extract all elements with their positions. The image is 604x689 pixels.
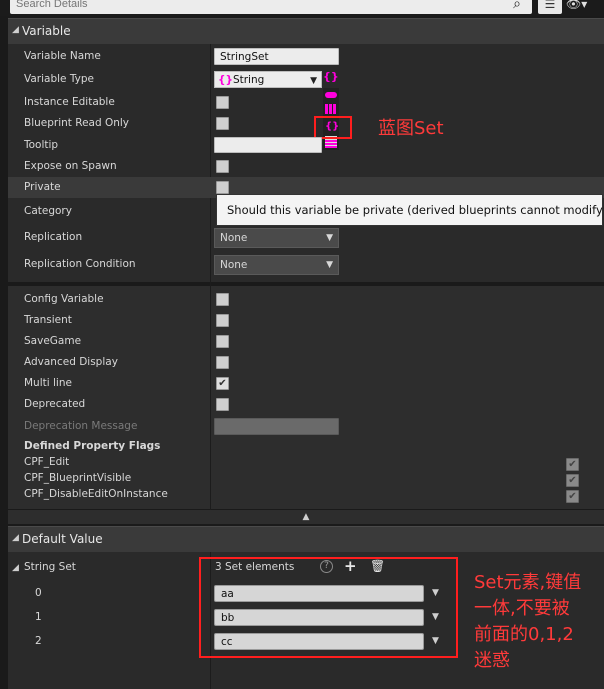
row-label: Instance Editable	[24, 96, 115, 108]
section-title: Default Value	[22, 532, 103, 546]
row-label: Blueprint Read Only	[24, 117, 130, 129]
row-label: Deprecation Message	[24, 420, 138, 432]
annotation-set-note: Set元素,键值 一体,不要被 前面的0,1,2 迷惑	[474, 570, 581, 674]
advanced-display-checkbox[interactable]	[216, 356, 229, 369]
list-view-icon[interactable]: ☰	[538, 0, 562, 14]
element-index: 1	[35, 611, 42, 623]
config-variable-checkbox[interactable]	[216, 293, 229, 306]
collapse-triangle-icon[interactable]: ◢	[12, 563, 19, 573]
element-index: 0	[35, 587, 42, 599]
row-label: Deprecated	[24, 398, 86, 410]
string-pin-icon: {}	[218, 74, 233, 86]
annotation-line: 一体,不要被	[474, 598, 570, 619]
row-instance-editable: Instance Editable	[8, 92, 604, 113]
savegame-checkbox[interactable]	[216, 335, 229, 348]
transient-checkbox[interactable]	[216, 314, 229, 327]
replication-condition-value: None	[220, 259, 248, 271]
row-label: Config Variable	[24, 293, 104, 305]
multi-line-checkbox[interactable]: ✔	[216, 377, 229, 390]
row-label: Private	[24, 181, 61, 193]
string-set-label: String Set	[24, 561, 76, 573]
row-label: Tooltip	[24, 139, 59, 151]
chevron-down-icon: ▼	[310, 76, 317, 86]
chevron-down-icon: ▼	[326, 260, 333, 270]
section-default-value-header[interactable]: ◢ Default Value	[8, 526, 604, 552]
row-blueprint-read-only: Blueprint Read Only	[8, 113, 604, 134]
replication-value: None	[220, 232, 248, 244]
instance-editable-checkbox[interactable]	[216, 96, 229, 109]
tooltip-field[interactable]	[214, 137, 322, 153]
row-label: Defined Property Flags	[24, 440, 161, 452]
variable-name-field[interactable]: StringSet	[214, 48, 339, 65]
row-label: Variable Name	[24, 50, 101, 62]
annotation-line: Set元素,键值	[474, 572, 582, 593]
row-transient: Transient	[8, 310, 604, 331]
row-cpf-blueprint-visible: CPF_BlueprintVisible	[8, 470, 604, 486]
row-label: Category	[24, 205, 72, 217]
row-label: CPF_BlueprintVisible	[24, 472, 132, 484]
annotation-line: 前面的0,1,2	[474, 624, 574, 645]
row-deprecated: Deprecated	[8, 394, 604, 415]
row-label: Expose on Spawn	[24, 160, 117, 172]
row-cpf-edit: CPF_Edit	[8, 454, 604, 470]
collapse-triangle-icon: ◢	[12, 25, 19, 35]
replication-condition-dropdown[interactable]: None ▼	[214, 255, 339, 275]
element-index: 2	[35, 635, 42, 647]
row-savegame: SaveGame	[8, 331, 604, 352]
row-label: Advanced Display	[24, 356, 118, 368]
search-input[interactable]	[10, 0, 532, 14]
collapse-advanced-icon[interactable]: ▲	[8, 510, 604, 524]
row-label: Replication Condition	[24, 258, 136, 270]
collapse-triangle-icon: ◢	[12, 533, 19, 543]
row-label: Transient	[24, 314, 72, 326]
row-config-variable: Config Variable	[8, 289, 604, 310]
row-multi-line: Multi line	[8, 373, 604, 394]
annotation-line: 迷惑	[474, 650, 510, 671]
container-type-icon[interactable]: {}	[323, 70, 339, 83]
section-variable-header[interactable]: ◢ Variable	[8, 18, 604, 44]
row-label: CPF_DisableEditOnInstance	[24, 488, 168, 500]
blueprint-read-only-checkbox[interactable]	[216, 117, 229, 130]
row-label: Replication	[24, 231, 83, 243]
row-label: SaveGame	[24, 335, 82, 347]
variable-type-value: String	[232, 74, 265, 86]
variable-type-dropdown[interactable]: {}String ▼	[214, 71, 322, 88]
row-label: Multi line	[24, 377, 72, 389]
row-cpf-disable-edit-on-instance: CPF_DisableEditOnInstance	[8, 486, 604, 502]
private-checkbox[interactable]	[216, 181, 229, 194]
row-label: CPF_Edit	[24, 456, 70, 468]
row-expose-on-spawn: Expose on Spawn	[8, 156, 604, 177]
deprecated-checkbox[interactable]	[216, 398, 229, 411]
replication-dropdown[interactable]: None ▼	[214, 228, 339, 248]
section-title: Variable	[22, 24, 71, 38]
set-values-highlight	[199, 557, 458, 658]
row-advanced-display: Advanced Display	[8, 352, 604, 373]
chevron-down-icon: ▼	[326, 233, 333, 243]
cpf-disable-edit-on-instance-checkbox: ✔	[566, 490, 579, 503]
deprecation-message-field	[214, 418, 339, 435]
search-icon[interactable]: ⌕	[508, 0, 526, 13]
row-label: Variable Type	[24, 73, 94, 85]
private-tooltip-popup: Should this variable be private (derived…	[216, 194, 604, 226]
expose-on-spawn-checkbox[interactable]	[216, 160, 229, 173]
eye-icon[interactable]: 👁▾	[566, 0, 600, 14]
